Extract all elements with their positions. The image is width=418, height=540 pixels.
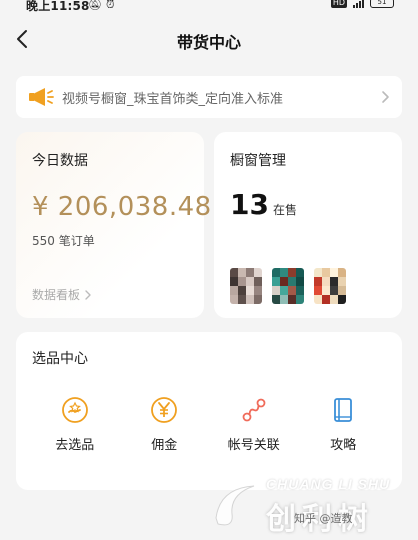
mosaic-cell [246,277,254,286]
today-data-card[interactable]: 今日数据 ¥ 206,038.48 550 笔订单 数据看板 [16,132,211,318]
mosaic-cell [296,295,304,304]
mosaic-cell [296,286,304,295]
product-selection-grid: 去选品 佣金 帐号关联 攻略 [16,396,402,453]
select-products-button[interactable]: 去选品 [35,396,115,453]
mosaic-cell [322,268,330,277]
battery-icon: 51 [370,0,394,8]
mosaic-cell [322,295,330,304]
mosaic-cell [280,268,288,277]
mosaic-cell [238,286,246,295]
mosaic-cell [246,286,254,295]
dashboard-label: 数据看板 [32,288,81,302]
watermark: CHUANG LI SHU 创利树 知乎 @造教 [210,470,418,540]
mosaic-cell [254,295,262,304]
mosaic-cell [272,277,280,286]
watermark-english: CHUANG LI SHU [266,476,391,492]
sales-amount: ¥ 206,038.48 [32,192,212,222]
status-icons: HD 51 [330,0,394,8]
mosaic-cell [338,295,346,304]
on-sale-label: 在售 [272,203,297,217]
link-accounts-icon [242,398,266,422]
account-link-label: 帐号关联 [227,438,280,453]
hd-icon: HD [330,0,347,8]
mosaic-cell [296,277,304,286]
status-bar: 晚上11:58 🔕︎ ⏰︎ HD 51 [0,0,418,14]
nav-bar: 带货中心 [0,20,418,60]
product-selection-title: 选品中心 [32,351,88,367]
mosaic-cell [246,295,254,304]
mosaic-cell [254,268,262,277]
guide-book-icon [334,398,353,422]
notice-text: 视频号橱窗_珠宝首饰类_定向准入标准 [62,91,284,107]
product-selection-card: 选品中心 去选品 佣金 帐号关联 攻略 [16,332,402,490]
mosaic-cell [272,268,280,277]
window-count: 13 在售 [230,188,297,221]
mosaic-cell [296,268,304,277]
window-management-card[interactable]: 橱窗管理 13 在售 [214,132,402,318]
mosaic-cell [246,268,254,277]
mosaic-cell [280,286,288,295]
order-count: 550 笔订单 [32,234,95,248]
notice-banner[interactable]: 视频号橱窗_珠宝首饰类_定向准入标准 [16,76,402,118]
mosaic-cell [322,277,330,286]
commission-label: 佣金 [151,438,178,453]
mosaic-cell [314,268,322,277]
yen-coin-icon [151,397,178,423]
guide-label: 攻略 [330,438,357,453]
page-title: 带货中心 [176,33,241,52]
megaphone-icon [29,88,54,106]
mosaic-cell [338,286,346,295]
commission-button[interactable]: 佣金 [124,396,204,453]
chevron-right-icon [85,289,91,300]
mosaic-cell [254,286,262,295]
mosaic-cell [314,286,322,295]
mosaic-cell [314,277,322,286]
mosaic-cell [330,286,338,295]
mosaic-cell [272,286,280,295]
mosaic-cell [288,277,296,286]
select-product-icon [61,397,88,423]
mosaic-cell [288,286,296,295]
mosaic-cell [330,268,338,277]
mosaic-cell [338,277,346,286]
signal-icon [353,0,364,8]
mosaic-cell [330,277,338,286]
mosaic-cell [288,268,296,277]
mosaic-cell [338,268,346,277]
window-management-title: 橱窗管理 [230,153,286,169]
today-data-title: 今日数据 [32,153,88,169]
mosaic-cell [280,277,288,286]
mosaic-cell [238,277,246,286]
mosaic-cell [330,295,338,304]
mosaic-cell [238,295,246,304]
product-thumbnails [230,268,346,304]
watermark-logo [215,485,255,526]
product-thumbnail-3[interactable] [314,268,346,304]
mosaic-cell [314,295,322,304]
on-sale-count: 13 [230,188,269,221]
mosaic-cell [230,268,238,277]
select-products-label: 去选品 [55,438,95,453]
mosaic-cell [272,295,280,304]
alarm-icon: ⏰︎ [106,0,115,11]
mute-icon: 🔕︎ [88,0,102,11]
mosaic-cell [254,277,262,286]
mosaic-cell [230,286,238,295]
mosaic-cell [230,295,238,304]
dashboard-link[interactable]: 数据看板 [32,286,92,303]
chevron-right-icon [382,91,389,103]
mosaic-cell [322,286,330,295]
guide-button[interactable]: 攻略 [303,396,383,453]
battery-level: 51 [377,0,387,6]
mosaic-cell [230,277,238,286]
status-time: 晚上11:58 [26,0,90,13]
account-link-button[interactable]: 帐号关联 [214,396,294,453]
mosaic-cell [280,295,288,304]
watermark-caption: 知乎 @造教 [294,512,353,525]
mosaic-cell [288,295,296,304]
mosaic-cell [238,268,246,277]
product-thumbnail-2[interactable] [272,268,304,304]
product-thumbnail-1[interactable] [230,268,262,304]
